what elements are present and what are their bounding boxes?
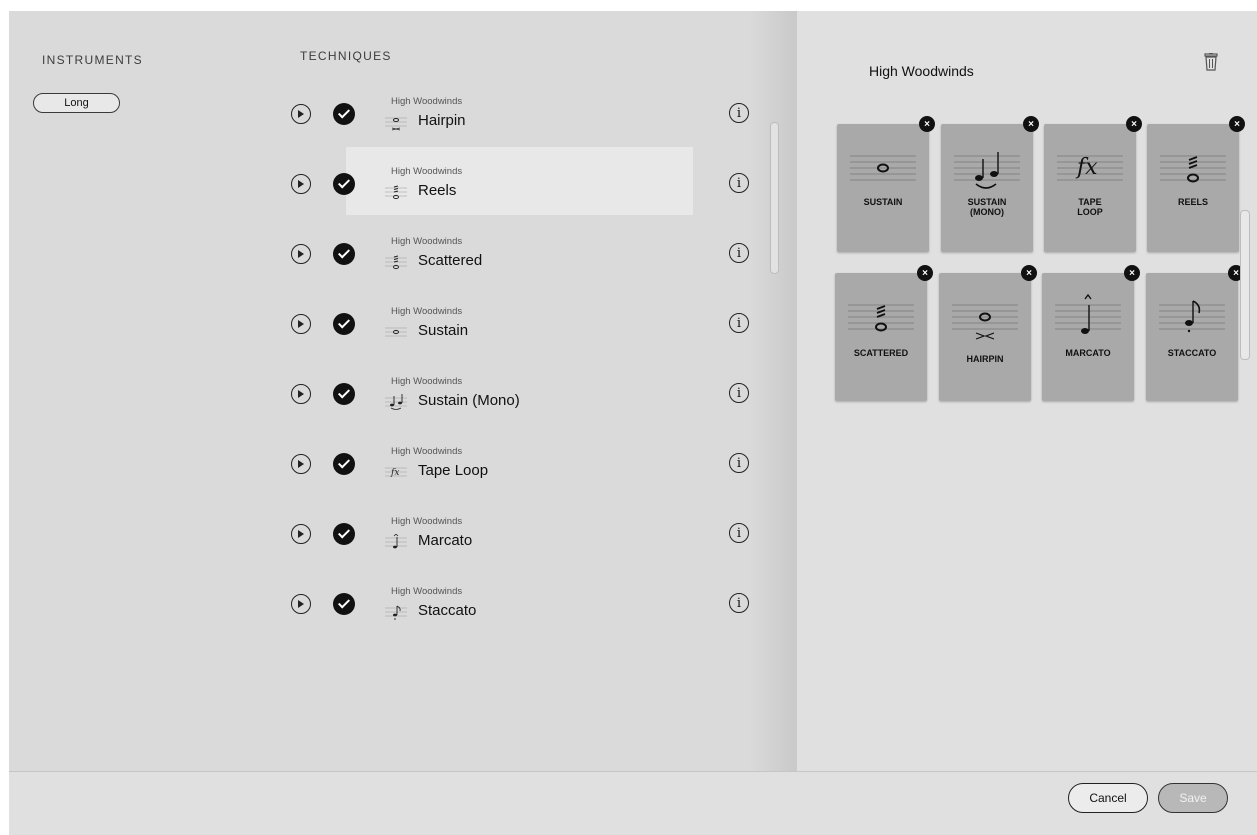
notation-icon [385, 394, 407, 410]
fx-icon: fx [1057, 155, 1123, 181]
technique-card-marcato[interactable]: MARCATO [1042, 273, 1134, 401]
play-icon[interactable] [291, 314, 311, 334]
check-icon[interactable] [333, 103, 355, 125]
technique-name-sustain-mono: Sustain (Mono) [418, 392, 520, 409]
hairpin-note-icon [952, 304, 1018, 340]
notation-icon [385, 255, 407, 270]
card-label: REELS [1177, 197, 1208, 207]
technique-group: High Woodwinds [391, 96, 463, 107]
staccato-note-icon [1159, 300, 1225, 333]
card-label: SUSTAIN [863, 197, 903, 207]
cancel-button[interactable]: Cancel [1068, 783, 1148, 813]
notation-icon [385, 605, 407, 620]
technique-group: High Woodwinds [391, 446, 463, 457]
technique-name-reels: Reels [418, 182, 457, 199]
technique-group: High Woodwinds [391, 516, 463, 527]
panel-scrollbar[interactable] [1240, 210, 1250, 360]
technique-row[interactable]: High Woodwinds Staccato i [284, 566, 749, 634]
play-icon[interactable] [291, 524, 311, 544]
check-icon[interactable] [333, 383, 355, 405]
info-icon[interactable]: i [729, 103, 749, 123]
play-icon[interactable] [291, 594, 311, 614]
check-icon[interactable] [333, 453, 355, 475]
card-label: TAPE LOOP [1077, 197, 1103, 217]
info-icon[interactable]: i [729, 313, 749, 333]
info-icon[interactable]: i [729, 383, 749, 403]
play-icon[interactable] [291, 244, 311, 264]
info-icon[interactable]: i [729, 243, 749, 263]
play-icon[interactable] [291, 104, 311, 124]
technique-row[interactable]: High Woodwinds Reels i [284, 146, 749, 215]
technique-row[interactable]: High Woodwinds Marcato i [284, 496, 749, 564]
whole-note-icon [850, 155, 916, 181]
play-icon[interactable] [291, 174, 311, 194]
slurred-notes-icon [954, 152, 1020, 189]
check-icon[interactable] [333, 593, 355, 615]
svg-text:fx: fx [390, 468, 399, 478]
play-icon[interactable] [291, 384, 311, 404]
technique-name-sustain: Sustain [418, 322, 469, 339]
notation-icon [385, 327, 407, 337]
instrument-pill-long[interactable]: Long [33, 93, 120, 113]
technique-name-scattered: Scattered [418, 252, 483, 269]
check-icon[interactable] [333, 173, 355, 195]
info-icon[interactable]: i [729, 523, 749, 543]
svg-text:fx: fx [1075, 155, 1098, 180]
marcato-note-icon [1055, 293, 1121, 334]
technique-card-staccato[interactable]: STACCATO [1146, 273, 1238, 401]
technique-name-hairpin: Hairpin [418, 112, 466, 129]
card-label: SCATTERED [853, 348, 909, 358]
remove-card-icon[interactable]: × [1229, 116, 1245, 132]
card-label: STACCATO [1167, 348, 1217, 358]
technique-group: High Woodwinds [391, 166, 463, 177]
technique-row[interactable]: High Woodwinds Sustain i [284, 286, 749, 354]
info-icon[interactable]: i [729, 453, 749, 473]
technique-row[interactable]: High Woodwinds fx Tape Loop i [284, 426, 749, 494]
card-label: SUSTAIN (MONO) [967, 197, 1007, 217]
remove-card-icon[interactable]: × [1021, 265, 1037, 281]
technique-row[interactable]: High Woodwinds Hairpin i [284, 76, 749, 144]
technique-group: High Woodwinds [391, 376, 463, 387]
notation-icon [385, 185, 407, 200]
techniques-scrollbar[interactable] [770, 122, 779, 274]
techniques-heading: TECHNIQUES [300, 49, 392, 63]
technique-card-tape-loop[interactable]: fx TAPE LOOP [1044, 124, 1136, 252]
technique-row[interactable]: High Woodwinds Scattered i [284, 216, 749, 284]
technique-card-sustain-mono[interactable]: SUSTAIN (MONO) [941, 124, 1033, 252]
remove-card-icon[interactable]: × [919, 116, 935, 132]
trash-icon[interactable] [1203, 53, 1219, 71]
remove-card-icon[interactable]: × [1023, 116, 1039, 132]
remove-card-icon[interactable]: × [1124, 265, 1140, 281]
technique-name-staccato: Staccato [418, 602, 477, 619]
notation-icon [385, 534, 407, 549]
tremolo-note-icon [1160, 155, 1226, 183]
tremolo-note-icon [848, 304, 914, 332]
technique-group: High Woodwinds [391, 236, 463, 247]
technique-group: High Woodwinds [391, 586, 463, 597]
info-icon[interactable]: i [729, 593, 749, 613]
check-icon[interactable] [333, 243, 355, 265]
technique-row[interactable]: High Woodwinds Sustain (Mono) i [284, 356, 749, 424]
technique-card-reels[interactable]: REELS [1147, 124, 1239, 252]
technique-name-tape-loop: Tape Loop [418, 462, 489, 479]
notation-icon [385, 117, 407, 131]
card-label: MARCATO [1065, 348, 1111, 358]
save-button[interactable]: Save [1158, 783, 1228, 813]
play-icon[interactable] [291, 454, 311, 474]
technique-card-scattered[interactable]: SCATTERED [835, 273, 927, 401]
technique-card-sustain[interactable]: SUSTAIN [837, 124, 929, 252]
card-label: HAIRPIN [966, 354, 1004, 364]
technique-name-marcato: Marcato [418, 532, 473, 549]
check-icon[interactable] [333, 313, 355, 335]
panel-title: High Woodwinds [869, 63, 974, 79]
remove-card-icon[interactable]: × [1126, 116, 1142, 132]
check-icon[interactable] [333, 523, 355, 545]
instruments-heading: INSTRUMENTS [42, 53, 143, 67]
remove-card-icon[interactable]: × [917, 265, 933, 281]
info-icon[interactable]: i [729, 173, 749, 193]
technique-group: High Woodwinds [391, 306, 463, 317]
technique-card-hairpin[interactable]: HAIRPIN [939, 273, 1031, 401]
notation-icon: fx [385, 467, 407, 478]
